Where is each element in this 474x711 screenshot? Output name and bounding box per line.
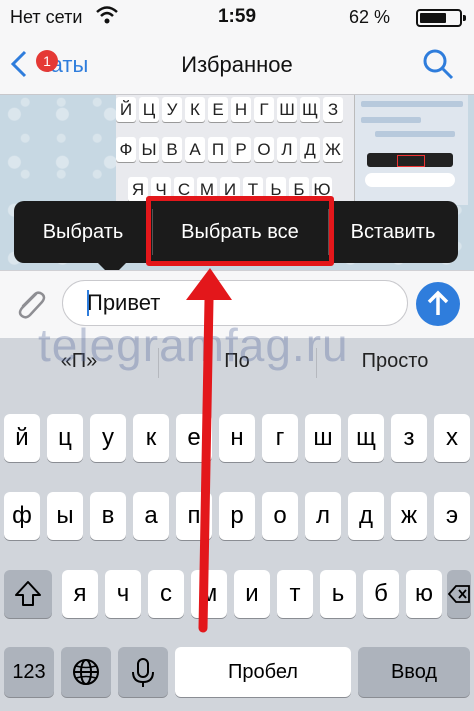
thumb-row-2: ФЫВАПРОЛДЖ <box>116 137 352 162</box>
key[interactable]: л <box>305 492 341 540</box>
highlight-frame <box>146 196 334 266</box>
key[interactable]: я <box>62 570 98 618</box>
key[interactable]: у <box>90 414 126 462</box>
status-bar: Нет сети 1:59 62 % <box>0 0 474 32</box>
shift-key[interactable] <box>4 570 52 618</box>
key[interactable]: з <box>391 414 427 462</box>
thumb-mini-screen <box>354 95 468 205</box>
key[interactable]: а <box>133 492 169 540</box>
navigation-bar: Чаты 1 Избранное <box>0 32 474 95</box>
key[interactable]: д <box>348 492 384 540</box>
clock: 1:59 <box>217 6 257 27</box>
arrow-up-icon <box>427 290 449 315</box>
key[interactable]: р <box>219 492 255 540</box>
enter-key[interactable]: Ввод <box>358 647 470 697</box>
key[interactable]: н <box>219 414 255 462</box>
shift-icon <box>15 581 41 606</box>
key[interactable]: о <box>262 492 298 540</box>
space-key[interactable]: Пробел <box>175 647 351 697</box>
key[interactable]: е <box>176 414 212 462</box>
globe-icon <box>73 659 99 685</box>
message-text: Привет <box>87 290 161 315</box>
context-menu: Выбрать Выбрать все Вставить <box>14 196 458 277</box>
menu-item-select[interactable]: Выбрать <box>14 201 152 263</box>
key[interactable]: ж <box>391 492 427 540</box>
key[interactable]: с <box>148 570 184 618</box>
key[interactable]: б <box>363 570 399 618</box>
key[interactable]: и <box>234 570 270 618</box>
battery-percent: 62 % <box>348 7 390 27</box>
send-button[interactable] <box>416 282 460 326</box>
menu-item-paste[interactable]: Вставить <box>328 201 458 263</box>
microphone-icon <box>132 658 154 687</box>
keyboard: «П» По Просто й ц у к е н г ш щ з х ф ы … <box>0 338 474 711</box>
numbers-key[interactable]: 123 <box>4 647 54 697</box>
key[interactable]: щ <box>348 414 384 462</box>
key[interactable]: в <box>90 492 126 540</box>
key[interactable]: п <box>176 492 212 540</box>
key[interactable]: ф <box>4 492 40 540</box>
key[interactable]: г <box>262 414 298 462</box>
thumb-row-1: ЙЦУКЕНГШЩЗ <box>116 97 352 122</box>
key[interactable]: ы <box>47 492 83 540</box>
key[interactable]: х <box>434 414 470 462</box>
key[interactable]: э <box>434 492 470 540</box>
key[interactable]: ь <box>320 570 356 618</box>
shared-image[interactable]: ЙЦУКЕНГШЩЗ ФЫВАПРОЛДЖ ЯЧСМИТЬБЮ <box>116 95 468 205</box>
battery-icon <box>416 9 466 27</box>
key[interactable]: ч <box>105 570 141 618</box>
search-icon[interactable] <box>422 48 454 85</box>
key[interactable]: к <box>133 414 169 462</box>
globe-key[interactable] <box>61 647 111 697</box>
watermark: telegramfag.ru <box>38 319 349 371</box>
backspace-key[interactable] <box>447 570 471 618</box>
microphone-key[interactable] <box>118 647 168 697</box>
backspace-icon <box>447 585 470 603</box>
key[interactable]: ю <box>406 570 442 618</box>
key[interactable]: м <box>191 570 227 618</box>
key[interactable]: й <box>4 414 40 462</box>
page-title: Избранное <box>181 52 293 77</box>
key[interactable]: т <box>277 570 313 618</box>
key[interactable]: ш <box>305 414 341 462</box>
key[interactable]: ц <box>47 414 83 462</box>
text-cursor <box>87 290 89 316</box>
